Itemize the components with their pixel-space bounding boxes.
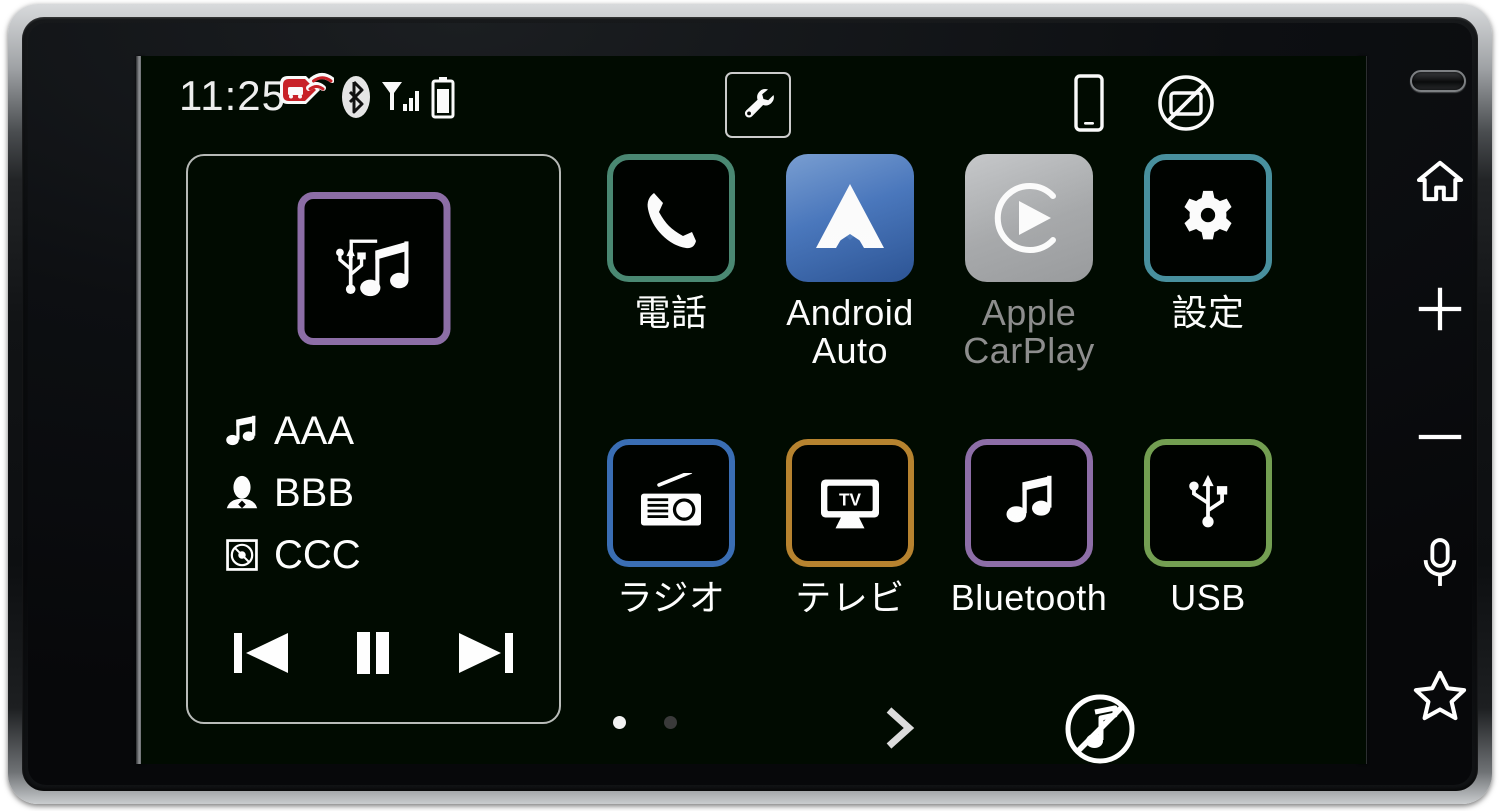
etc-dsrc-icon [276,70,334,122]
app-android-auto[interactable]: Android Auto [760,154,940,370]
plus-icon [1418,287,1462,331]
wrench-icon [744,89,774,118]
signal-bars-icon [379,76,423,120]
bezel-inner: 11:25 AAA BBB CCC 電話 Android Auto Apple … [22,17,1478,791]
android-auto-icon [816,184,884,248]
volume-up-button[interactable] [1376,274,1500,344]
app-tv[interactable]: TV テレビ [760,439,940,617]
page-indicator [613,716,677,729]
mute-audio-button[interactable] [1061,690,1139,764]
artist-person-icon [220,473,264,513]
app-phone[interactable]: 電話 [581,154,761,332]
app-bluetooth-label: Bluetooth [950,577,1108,618]
album-name: CCC [274,533,361,577]
app-usb-label: USB [1170,577,1246,618]
app-apple-carplay[interactable]: Apple CarPlay [939,154,1119,370]
mic-led-indicator [1410,70,1466,92]
app-android-auto-tile[interactable] [786,154,914,282]
track-metadata-list: AAA BBB CCC [220,400,540,586]
status-bar: 11:25 [141,56,1366,146]
metadata-row-artist: BBB [220,462,540,524]
app-bluetooth[interactable]: Bluetooth [939,439,1119,617]
wrench-tool-button[interactable] [725,72,791,138]
panel-face: 11:25 AAA BBB CCC 電話 Android Auto Apple … [28,23,1472,785]
transport-controls [188,618,559,688]
app-usb[interactable]: USB [1118,439,1298,617]
app-phone-tile[interactable] [607,154,735,282]
home-button[interactable] [1376,146,1500,216]
minus-icon [1418,434,1462,440]
usb-music-art-icon [297,192,450,345]
app-settings-label: 設定 [1171,292,1245,333]
voice-command-button[interactable] [1376,528,1500,598]
app-apple-carplay-label: Apple CarPlay [963,292,1095,371]
next-page-button[interactable] [871,700,927,756]
usb-icon [1189,474,1228,528]
battery-icon [429,75,457,121]
bottom-bar [581,686,1361,764]
smartphone-icon [1071,72,1107,134]
page-dot-1[interactable] [613,716,626,729]
head-unit-bezel: 11:25 AAA BBB CCC 電話 Android Auto Apple … [8,4,1492,804]
phone-handset-icon [647,193,696,249]
app-apple-carplay-tile[interactable] [965,154,1093,282]
volume-down-button[interactable] [1376,402,1500,472]
app-phone-label: 電話 [634,292,708,333]
app-settings[interactable]: 設定 [1118,154,1298,332]
svg-text:TV: TV [839,490,862,510]
pause-button[interactable] [331,622,415,684]
favorite-button[interactable] [1376,660,1500,730]
previous-track-button[interactable] [220,622,304,684]
home-icon [1416,160,1464,202]
no-display-icon [1155,72,1217,134]
music-note-icon [220,411,264,451]
app-radio-tile[interactable] [607,439,735,567]
app-grid: 電話 Android Auto Apple CarPlay 設定 ラジオ TV … [581,154,1361,674]
mute-music-icon [1065,694,1135,764]
next-track-button[interactable] [443,622,527,684]
album-disc-icon [220,535,264,575]
microphone-icon [1423,538,1457,586]
apple-carplay-icon [994,183,1056,253]
gear-icon [1184,190,1232,240]
star-icon [1413,670,1467,721]
chevron-right-icon [886,707,915,749]
bluetooth-audio-icon [1006,475,1052,523]
app-bluetooth-tile[interactable] [965,439,1093,567]
metadata-row-title: AAA [220,400,540,462]
clock: 11:25 [179,72,286,119]
artist-name: BBB [274,471,355,515]
page-dot-2[interactable] [664,716,677,729]
metadata-row-album: CCC [220,524,540,586]
app-settings-tile[interactable] [1144,154,1272,282]
radio-icon [641,473,701,526]
bluetooth-icon [337,74,375,120]
app-tv-tile[interactable]: TV [786,439,914,567]
track-title: AAA [274,409,355,453]
app-radio-label: ラジオ [616,577,726,618]
tv-icon: TV [821,479,879,529]
app-tv-label: テレビ [795,577,905,618]
media-player-panel[interactable]: AAA BBB CCC [186,154,561,724]
app-radio[interactable]: ラジオ [581,439,761,617]
home-screen: 11:25 AAA BBB CCC 電話 Android Auto Apple … [141,56,1366,764]
app-android-auto-label: Android Auto [786,292,914,371]
lcd-screen: 11:25 AAA BBB CCC 電話 Android Auto Apple … [141,56,1366,764]
app-usb-tile[interactable] [1144,439,1272,567]
screenshot-root: 11:25 AAA BBB CCC 電話 Android Auto Apple … [0,0,1500,811]
hardware-key-column [1376,56,1500,764]
